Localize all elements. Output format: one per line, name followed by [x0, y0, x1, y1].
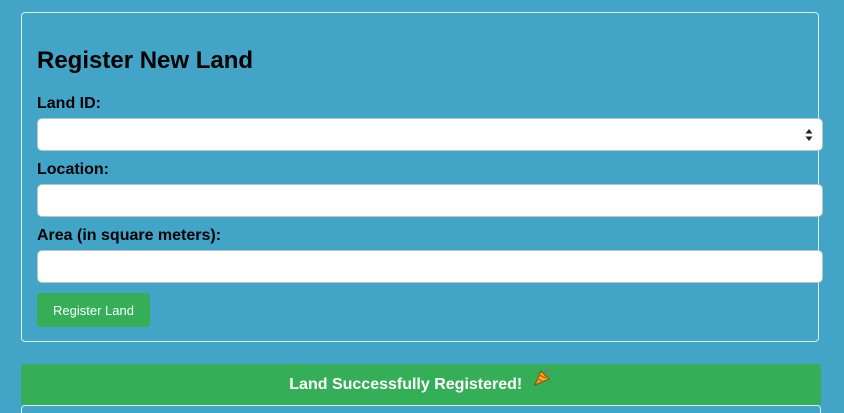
- land-id-input[interactable]: [38, 119, 798, 150]
- land-id-field: [37, 118, 823, 151]
- location-input[interactable]: [37, 184, 823, 217]
- success-message: Land Successfully Registered!: [289, 376, 523, 393]
- party-popper-icon: [533, 362, 553, 404]
- results-panel: [21, 405, 821, 413]
- location-label: Location:: [37, 161, 109, 178]
- page: Register New Land Land ID: Location: Are…: [0, 0, 844, 413]
- form-title: Register New Land: [37, 47, 254, 74]
- success-banner: Land Successfully Registered!: [21, 364, 821, 405]
- area-input[interactable]: [37, 250, 823, 283]
- number-stepper-icon[interactable]: [805, 128, 813, 142]
- land-id-label: Land ID:: [37, 95, 101, 112]
- area-label: Area (in square meters):: [37, 227, 222, 244]
- register-land-button[interactable]: Register Land: [37, 293, 150, 327]
